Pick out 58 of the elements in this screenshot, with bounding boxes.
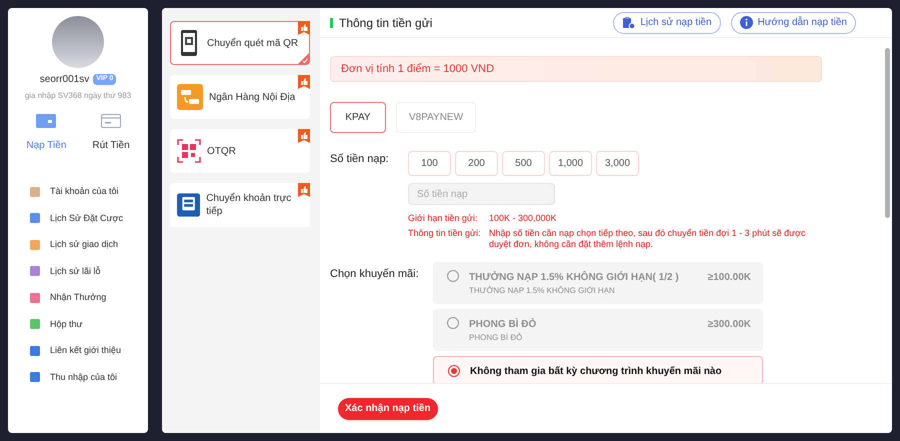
limit-label: Thông tin tiền gửi: xyxy=(408,228,482,240)
amount-field[interactable]: Số tiền nạp xyxy=(408,183,555,205)
payment-method-card[interactable]: OTQR xyxy=(170,129,310,173)
header-button[interactable]: Hướng dẫn nạp tiền xyxy=(730,12,856,34)
menu-item[interactable]: Liên kết giới thiệu xyxy=(30,344,148,358)
username: seorr001sv xyxy=(40,73,90,87)
promo-title: PHONG BÌ ĐỎ xyxy=(469,317,536,332)
thumbs-up-icon xyxy=(298,129,310,143)
check-corner-icon xyxy=(298,53,309,64)
thumbs-up-icon xyxy=(298,21,310,35)
limit-text: 100K - 300,000K xyxy=(489,213,558,224)
avatar-placeholder xyxy=(52,16,104,68)
amount-option[interactable]: 500 xyxy=(502,151,545,176)
menu-item[interactable]: Nhận Thưởng xyxy=(30,291,148,304)
menu-item[interactable]: Lịch Sử Đặt Cược xyxy=(30,212,148,225)
section-title: Thông tin tiền gửi xyxy=(339,14,432,32)
promo-option[interactable]: Không tham gia bất kỳ chương trình khuyến mãi nào xyxy=(433,356,763,383)
amount-option[interactable]: 1,000 xyxy=(549,151,592,176)
amount-option[interactable]: 3,000 xyxy=(596,151,639,176)
limit-label: Giới hạn tiền gửi: xyxy=(408,213,478,224)
menu-item[interactable]: Thu nhập của tôi xyxy=(30,370,148,384)
wallet-tab[interactable]: Rút Tiền xyxy=(92,114,130,153)
payment-method-card[interactable]: Chuyển khoản trực tiếp xyxy=(170,183,310,227)
qr-code-icon xyxy=(177,139,201,163)
menu-item[interactable]: Lịch sử lãi lỗ xyxy=(30,264,148,278)
channel-tab[interactable]: KPAY xyxy=(330,102,386,133)
unit-notice: Đơn vị tính 1 điểm = 1000 VND xyxy=(330,56,822,82)
menu-item[interactable]: Hộp thư xyxy=(30,318,148,331)
header-button[interactable]: Lịch sử nạp tiền xyxy=(613,12,721,34)
promo-subtitle: THƯỞNG NẠP 1.5% KHÔNG GIỚI HẠN xyxy=(469,284,616,296)
wallet-tab[interactable]: Nạp Tiền xyxy=(26,114,66,153)
promo-minimum: ≥300.00K xyxy=(708,318,751,332)
amount-option[interactable]: 100 xyxy=(408,151,451,176)
join-info: gia nhập SV368 ngày thứ 983 xyxy=(24,90,132,102)
payment-method-card[interactable]: Chuyển quét mã QR xyxy=(170,21,310,65)
channel-tab[interactable]: V8PAYNEW xyxy=(396,102,476,133)
amount-label: Số tiền nạp: xyxy=(330,152,390,167)
confirm-deposit-button[interactable]: Xác nhận nạp tiền xyxy=(338,398,438,420)
promo-title: Không tham gia bất kỳ chương trình khuyến mãi nào xyxy=(470,364,722,378)
limit-text: Nhập số tiền cần nạp chọn tiếp theo, sau đó chuyển tiền đợi 1 - 3 phút sẽ được duyệt đơn, không cần đặt thêm lệnh nạp. xyxy=(489,228,807,250)
card-icon xyxy=(36,114,56,128)
menu-item[interactable]: Tài khoản của tôi xyxy=(30,185,148,198)
card-icon xyxy=(101,114,122,128)
promo-subtitle: PHONG BÌ ĐỎ xyxy=(469,332,524,344)
promo-title: THƯỞNG NẠP 1.5% KHÔNG GIỚI HẠN( 1/2 ) xyxy=(469,270,679,284)
info-icon xyxy=(740,16,753,29)
thumbs-up-icon xyxy=(298,75,310,89)
menu-item[interactable]: Lịch sử giao dịch xyxy=(30,238,148,252)
thumbs-up-icon xyxy=(298,183,310,197)
payment-method-card[interactable]: Ngân Hàng Nội Địa xyxy=(170,75,310,119)
amount-option[interactable]: 200 xyxy=(455,151,498,176)
accent-bar xyxy=(330,18,333,28)
clipboard-icon xyxy=(622,16,636,29)
radio-button[interactable] xyxy=(448,365,460,377)
phone-icon xyxy=(177,192,200,218)
promo-label: Chọn khuyến mãi: xyxy=(330,267,420,282)
transfer-icon xyxy=(177,84,203,110)
promo-minimum: ≥100.00K xyxy=(708,270,751,284)
